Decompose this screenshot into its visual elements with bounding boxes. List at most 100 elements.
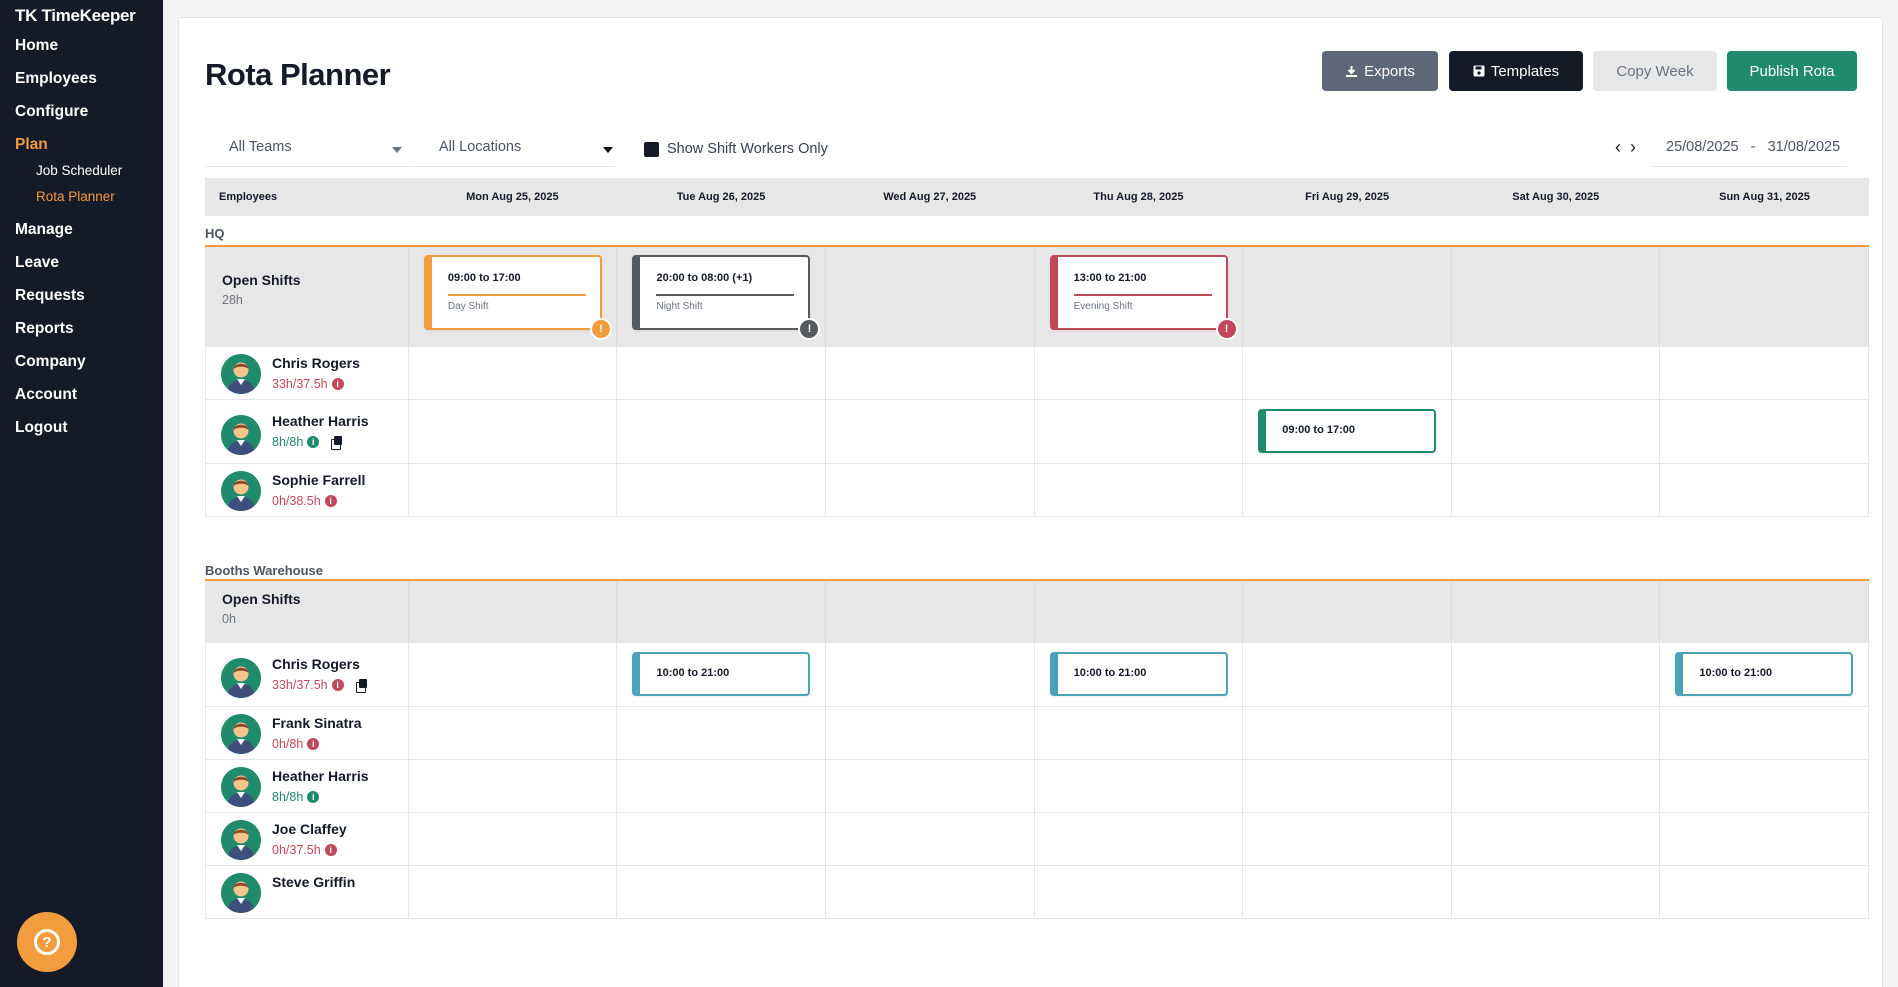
shift-day-cell[interactable] <box>1452 707 1661 759</box>
shift-day-cell[interactable]: 09:00 to 17:00 <box>1243 400 1452 463</box>
shift-day-cell[interactable] <box>1452 643 1661 706</box>
open-shift-day-cell[interactable] <box>1035 581 1244 642</box>
copy-week-button[interactable]: Copy Week <box>1593 51 1717 91</box>
sidebar-item-home[interactable]: Home <box>15 36 155 69</box>
sidebar-item-account[interactable]: Account <box>15 385 155 418</box>
date-range-picker[interactable]: 25/08/2025 - 31/08/2025 <box>1652 131 1847 167</box>
app-logo[interactable]: TK TimeKeeper <box>15 6 136 26</box>
open-shift-card[interactable]: 13:00 to 21:00 Evening Shift! <box>1049 255 1238 340</box>
shift-day-cell[interactable] <box>1452 760 1661 812</box>
open-shift-day-cell[interactable]: 13:00 to 21:00 Evening Shift! <box>1035 247 1244 346</box>
employee-name[interactable]: Chris Rogers <box>272 656 360 672</box>
shift-day-cell[interactable] <box>826 866 1035 918</box>
shift-day-cell[interactable] <box>409 813 618 865</box>
chevron-left-icon[interactable]: ‹ <box>1615 138 1621 156</box>
open-shift-day-cell[interactable] <box>1660 581 1869 642</box>
shift-day-cell[interactable] <box>1660 813 1869 865</box>
employee-name[interactable]: Chris Rogers <box>272 355 360 371</box>
shift-day-cell[interactable] <box>1243 707 1452 759</box>
shift-day-cell[interactable] <box>617 707 827 759</box>
shift-card[interactable]: 10:00 to 21:00 <box>632 652 811 696</box>
shift-card[interactable]: 09:00 to 17:00 <box>1258 409 1437 453</box>
shift-day-cell[interactable] <box>617 813 827 865</box>
shift-day-cell[interactable] <box>826 464 1035 516</box>
sidebar-subitem-rota-planner[interactable]: Rota Planner <box>36 188 155 214</box>
shift-day-cell[interactable] <box>409 643 618 706</box>
shift-day-cell[interactable] <box>1243 813 1452 865</box>
info-icon[interactable]: i <box>324 495 337 507</box>
shift-day-cell[interactable] <box>826 813 1035 865</box>
employee-name[interactable]: Sophie Farrell <box>272 472 365 488</box>
shift-card[interactable]: 10:00 to 21:00 <box>1675 652 1854 696</box>
shift-day-cell[interactable] <box>1243 464 1452 516</box>
employee-cell[interactable]: Heather Harris 8h/8h i <box>206 760 409 812</box>
shift-day-cell[interactable] <box>1660 347 1869 399</box>
sidebar-item-reports[interactable]: Reports <box>15 319 155 352</box>
info-icon[interactable]: i <box>307 791 320 803</box>
sidebar-item-company[interactable]: Company <box>15 352 155 385</box>
shift-day-cell[interactable] <box>409 707 618 759</box>
shift-day-cell[interactable] <box>1035 347 1244 399</box>
shift-day-cell[interactable]: 10:00 to 21:00 <box>617 643 827 706</box>
open-shift-day-cell[interactable] <box>1243 581 1452 642</box>
shift-day-cell[interactable] <box>1660 464 1869 516</box>
shift-day-cell[interactable] <box>409 347 618 399</box>
open-shift-day-cell[interactable] <box>617 581 827 642</box>
shift-day-cell[interactable] <box>1660 760 1869 812</box>
shift-day-cell[interactable] <box>1243 866 1452 918</box>
sidebar-item-employees[interactable]: Employees <box>15 69 155 102</box>
teams-select[interactable]: All Teams <box>205 131 414 167</box>
sidebar-item-logout[interactable]: Logout <box>15 418 155 451</box>
help-button[interactable]: ? <box>17 912 77 972</box>
publish-rota-button[interactable]: Publish Rota <box>1727 51 1857 91</box>
shift-workers-checkbox[interactable] <box>644 141 659 157</box>
open-shift-day-cell[interactable]: 09:00 to 17:00 Day Shift! <box>409 247 618 346</box>
sidebar-item-requests[interactable]: Requests <box>15 286 155 319</box>
shift-day-cell[interactable] <box>1243 643 1452 706</box>
open-shift-day-cell[interactable] <box>826 247 1035 346</box>
shift-day-cell[interactable] <box>1035 400 1244 463</box>
shift-day-cell[interactable] <box>617 400 827 463</box>
shift-day-cell[interactable] <box>409 464 618 516</box>
shift-day-cell[interactable] <box>409 760 618 812</box>
shift-day-cell[interactable] <box>409 400 618 463</box>
sidebar-item-leave[interactable]: Leave <box>15 253 155 286</box>
shift-day-cell[interactable] <box>1452 464 1661 516</box>
shift-workers-only-toggle[interactable]: Show Shift Workers Only <box>644 141 828 157</box>
open-shift-day-cell[interactable]: 20:00 to 08:00 (+1) Night Shift! <box>617 247 827 346</box>
copy-icon[interactable] <box>331 436 343 450</box>
shift-day-cell[interactable] <box>1035 813 1244 865</box>
exports-button[interactable]: Exports <box>1322 51 1438 91</box>
shift-day-cell[interactable]: 10:00 to 21:00 <box>1035 643 1244 706</box>
shift-day-cell[interactable] <box>617 464 827 516</box>
open-shift-card[interactable]: 20:00 to 08:00 (+1) Night Shift! <box>632 255 821 340</box>
open-shift-day-cell[interactable] <box>826 581 1035 642</box>
shift-card[interactable]: 10:00 to 21:00 <box>1049 652 1228 696</box>
shift-day-cell[interactable] <box>826 760 1035 812</box>
shift-day-cell[interactable] <box>617 760 827 812</box>
employee-cell[interactable]: Frank Sinatra 0h/8h i <box>206 707 409 759</box>
chevron-right-icon[interactable]: › <box>1630 138 1636 156</box>
open-shift-card[interactable]: 09:00 to 17:00 Day Shift! <box>423 255 612 340</box>
shift-day-cell[interactable] <box>1035 760 1244 812</box>
sidebar-subitem-job-scheduler[interactable]: Job Scheduler <box>36 162 155 188</box>
open-shift-day-cell[interactable] <box>1660 247 1869 346</box>
employee-cell[interactable]: Heather Harris 8h/8h i <box>206 400 409 463</box>
templates-button[interactable]: Templates <box>1449 51 1583 91</box>
shift-day-cell[interactable] <box>1452 400 1661 463</box>
employee-name[interactable]: Steve Griffin <box>272 874 355 890</box>
shift-day-cell[interactable] <box>617 866 827 918</box>
employee-cell[interactable]: Joe Claffey 0h/37.5h i <box>206 813 409 865</box>
employee-name[interactable]: Joe Claffey <box>272 821 347 837</box>
employee-name[interactable]: Heather Harris <box>272 768 369 784</box>
open-shift-day-cell[interactable] <box>1452 581 1661 642</box>
open-shift-day-cell[interactable] <box>1243 247 1452 346</box>
shift-day-cell[interactable] <box>409 866 618 918</box>
info-icon[interactable]: i <box>324 844 337 856</box>
employee-cell[interactable]: Steve Griffin <box>206 866 409 918</box>
sidebar-item-manage[interactable]: Manage <box>15 220 155 253</box>
open-shift-day-cell[interactable] <box>1452 247 1661 346</box>
shift-day-cell[interactable] <box>1660 866 1869 918</box>
employee-name[interactable]: Heather Harris <box>272 413 369 429</box>
shift-day-cell[interactable] <box>617 347 827 399</box>
